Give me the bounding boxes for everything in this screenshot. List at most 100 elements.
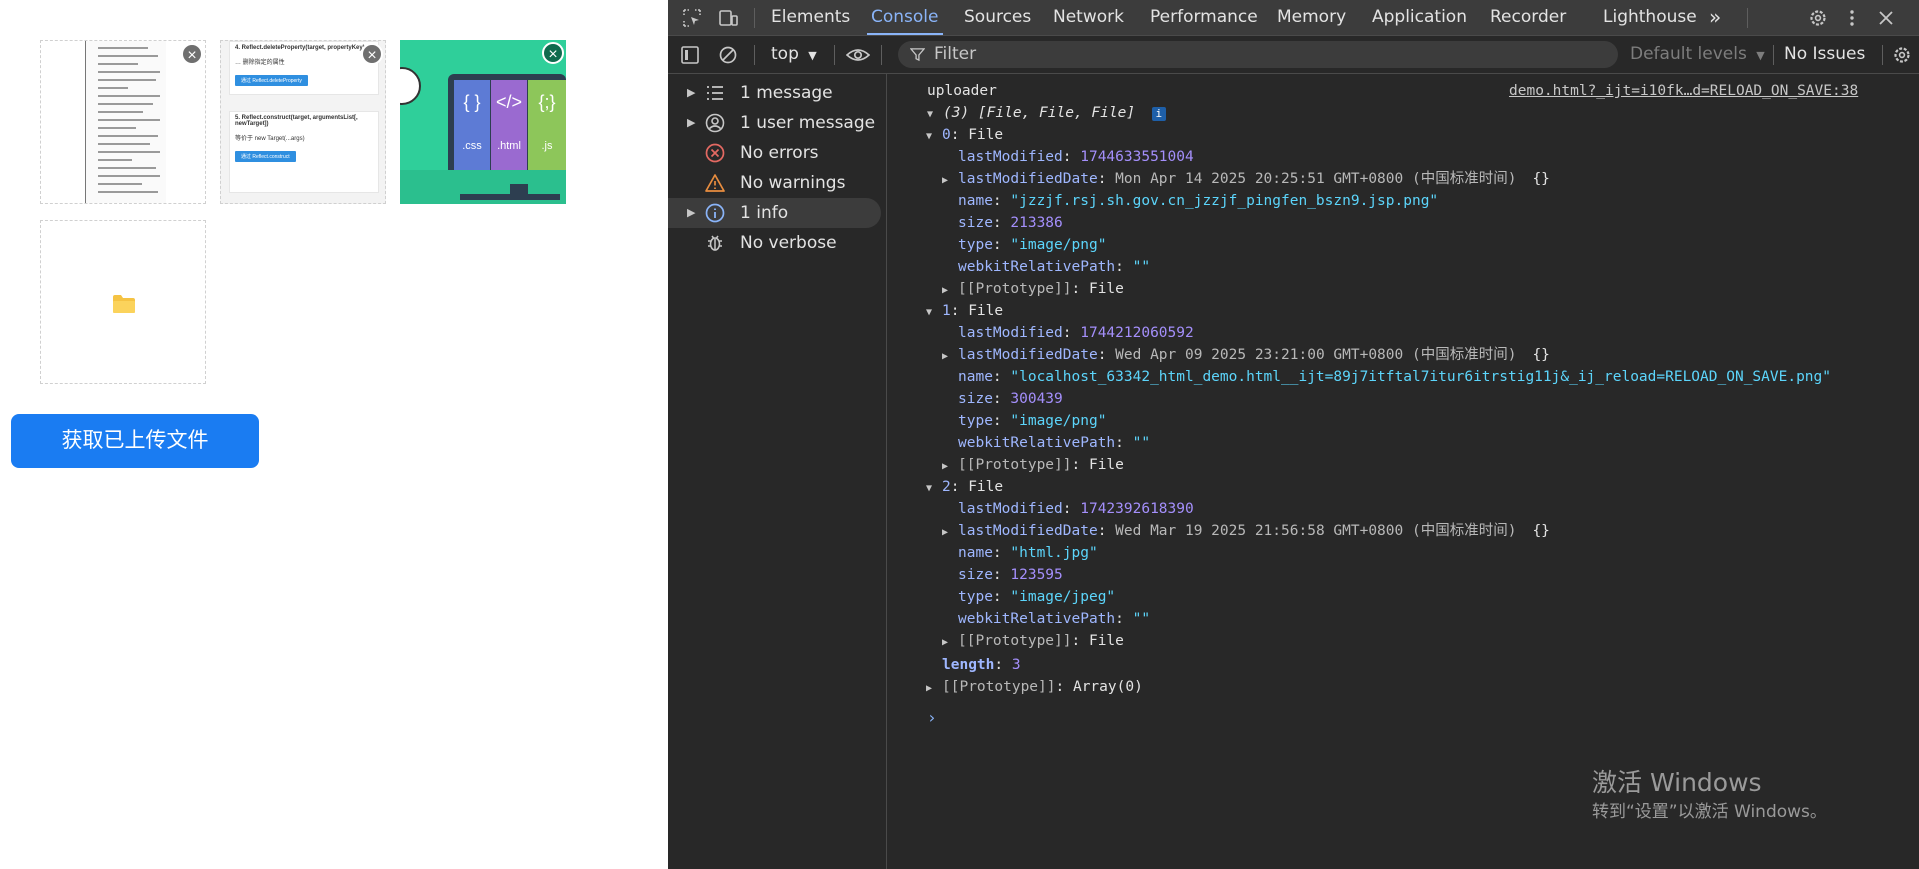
chevron-down-icon: ▼ [1756, 49, 1765, 62]
devtools-tabbar: Elements Console Sources Network Perform… [668, 0, 1919, 36]
tab-lighthouse[interactable]: Lighthouse [1603, 0, 1697, 35]
object-braces: {} [1532, 347, 1550, 363]
expand-arrow-icon[interactable]: ▶ [687, 78, 695, 108]
expand-arrow-icon[interactable]: ▼ [926, 126, 942, 148]
log-levels-dropdown[interactable]: Default levels ▼ [1630, 36, 1765, 73]
live-expression-eye-icon[interactable] [846, 45, 870, 65]
source-link[interactable]: demo.html?_ijt=i10fk…d=RELOAD_ON_SAVE:38 [1509, 80, 1858, 102]
property-value: "" [1132, 259, 1151, 275]
remove-thumbnail-button[interactable]: × [361, 43, 383, 65]
colon-separator: : [1071, 457, 1089, 473]
file-prototype-row[interactable]: ▶ [[Prototype]]: File [942, 630, 1124, 652]
remove-thumbnail-button[interactable]: × [542, 42, 564, 64]
filter-input[interactable]: Filter [898, 41, 1618, 68]
context-selector[interactable]: top ▼ [771, 36, 817, 73]
info-badge-icon[interactable]: i [1151, 107, 1166, 121]
tab-network[interactable]: Network [1053, 0, 1124, 35]
sidebar-item-errors[interactable]: No errors [668, 138, 881, 168]
file-row[interactable]: ▼ 2: File [926, 476, 1003, 498]
expand-arrow-icon[interactable]: ▶ [942, 346, 958, 368]
file-property-row[interactable]: ▶ lastModifiedDate: Wed Apr 09 2025 23:21… [942, 344, 1550, 366]
more-options-icon[interactable] [1842, 8, 1862, 28]
file-property-row[interactable]: ▶ lastModifiedDate: Mon Apr 14 2025 20:25… [942, 168, 1550, 190]
console-settings-gear-icon[interactable] [1892, 45, 1912, 65]
property-value: 1744633551004 [1080, 149, 1194, 165]
toolbar-divider [754, 8, 755, 28]
toolbar-divider [881, 45, 882, 65]
file-row[interactable]: ▼ 0: File [926, 124, 1003, 146]
expand-arrow-icon[interactable]: ▶ [942, 280, 958, 302]
expand-arrow-icon[interactable]: ▼ [926, 478, 942, 500]
js-label: .js [541, 140, 553, 152]
sidebar-item-label: No errors [740, 143, 819, 163]
expand-arrow-icon[interactable]: ▶ [942, 170, 958, 192]
expand-arrow-icon[interactable]: ▶ [926, 678, 942, 700]
tab-elements[interactable]: Elements [771, 0, 850, 35]
length-value: 3 [1011, 657, 1021, 673]
console-prompt[interactable]: › [927, 707, 937, 729]
note-card-text: … 删除指定的属性 [235, 60, 285, 66]
colon-separator: : [950, 303, 969, 319]
property-key: type [958, 589, 993, 605]
toolbar-divider [1773, 45, 1774, 65]
tab-recorder[interactable]: Recorder [1490, 0, 1566, 35]
tab-sources[interactable]: Sources [964, 0, 1031, 35]
sidebar-item-messages[interactable]: ▶ 1 message [668, 78, 881, 108]
expand-arrow-icon[interactable]: ▶ [687, 198, 695, 228]
expand-arrow-icon[interactable]: ▶ [942, 456, 958, 478]
tab-memory[interactable]: Memory [1277, 0, 1346, 35]
settings-gear-icon[interactable] [1808, 8, 1828, 28]
property-value: 300439 [1010, 391, 1063, 407]
file-prototype-row[interactable]: ▶ [[Prototype]]: File [942, 278, 1124, 300]
colon-separator: : [950, 479, 969, 495]
tab-console[interactable]: Console [867, 0, 942, 35]
expand-arrow-icon[interactable]: ▶ [942, 522, 958, 544]
array-row[interactable]: ▼ (3) [File, File, File] i [927, 102, 1166, 124]
object-braces: {} [1532, 171, 1550, 187]
tab-application[interactable]: Application [1372, 0, 1467, 35]
colon-separator: : [992, 391, 1011, 407]
filter-icon [910, 48, 925, 62]
more-tabs-icon[interactable]: » [1709, 0, 1721, 35]
sidebar-item-user-messages[interactable]: ▶ 1 user message [668, 108, 881, 138]
log-message-label: uploader [927, 83, 997, 99]
object-braces: {} [1532, 523, 1550, 539]
expand-arrow-icon[interactable]: ▶ [942, 632, 958, 654]
property-key: size [958, 567, 993, 583]
array-prototype-row[interactable]: ▶ [[Prototype]]: Array(0) [926, 676, 1143, 698]
error-icon [705, 143, 725, 163]
close-devtools-icon[interactable] [1876, 8, 1896, 28]
thumbnail-document[interactable]: × [40, 40, 206, 204]
expand-arrow-icon[interactable]: ▶ [687, 108, 695, 138]
filter-placeholder: Filter [934, 44, 977, 64]
thumbnail-code-illustration[interactable]: { } </> {;} .css .html .js × [400, 40, 566, 204]
sidebar-item-warnings[interactable]: No warnings [668, 168, 881, 198]
file-property-row[interactable]: ▶ lastModifiedDate: Wed Mar 19 2025 21:56… [942, 520, 1550, 542]
console-sidebar: ▶ 1 message ▶ 1 user message No errors N… [668, 74, 887, 869]
bug-icon [708, 235, 722, 251]
tab-performance[interactable]: Performance [1150, 0, 1258, 35]
expand-arrow-icon[interactable]: ▼ [926, 302, 942, 324]
clear-console-icon[interactable] [718, 45, 738, 65]
property-value: "image/png" [1010, 237, 1107, 253]
file-type-label: File [968, 479, 1004, 495]
add-file-slot[interactable] [40, 220, 206, 384]
issues-counter[interactable]: No Issues [1784, 36, 1865, 73]
sidebar-item-verbose[interactable]: No verbose [668, 228, 881, 258]
remove-thumbnail-button[interactable]: × [181, 43, 203, 65]
sidebar-item-info[interactable]: ▶ 1 info [668, 198, 881, 228]
document-preview [85, 41, 166, 203]
thumbnail-reflect-notes[interactable]: 4. Reflect.deleteProperty(target, proper… [220, 40, 386, 204]
file-prototype-row[interactable]: ▶ [[Prototype]]: File [942, 454, 1124, 476]
file-property-row: size: 213386 [958, 212, 1063, 234]
file-row[interactable]: ▼ 1: File [926, 300, 1003, 322]
device-toolbar-icon[interactable] [718, 8, 738, 28]
prototype-key: [[Prototype]] [958, 457, 1072, 473]
inspect-element-icon[interactable] [682, 8, 702, 28]
colon-separator: : [1062, 501, 1081, 517]
colon-separator: : [992, 567, 1011, 583]
expand-arrow-icon[interactable]: ▼ [927, 104, 943, 126]
get-uploaded-files-button[interactable]: 获取已上传文件 [11, 414, 259, 468]
property-key: type [958, 237, 993, 253]
show-sidebar-icon[interactable] [680, 45, 700, 65]
